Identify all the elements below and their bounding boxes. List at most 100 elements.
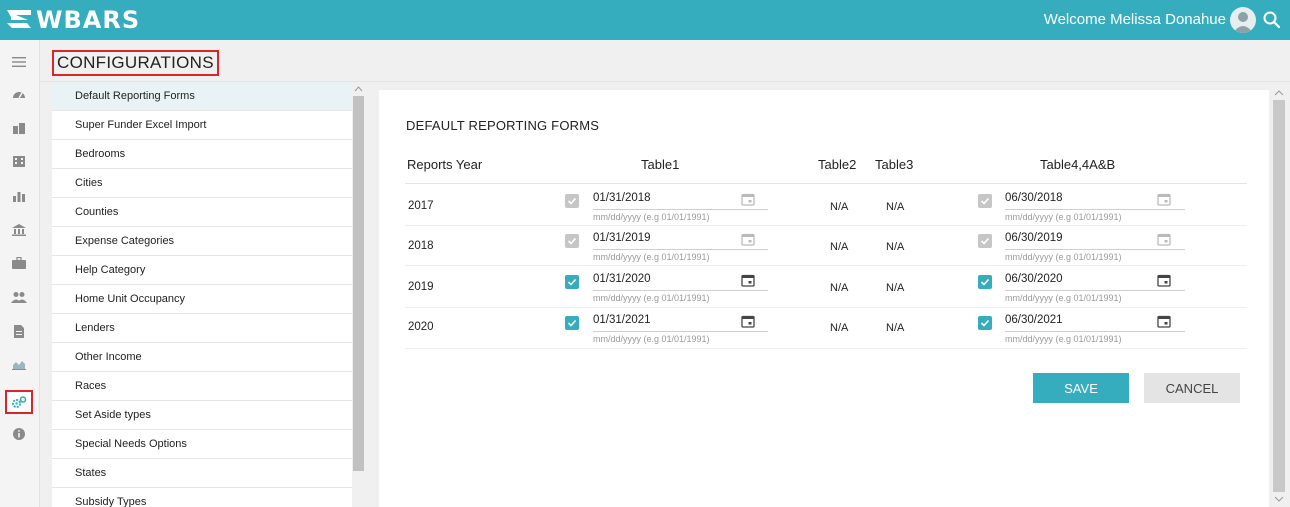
menu-scrollbar-thumb[interactable] [353,96,364,471]
table2-value: N/A [830,201,849,213]
calendar-icon[interactable] [741,232,755,246]
date-format-hint: mm/dd/yyyy (e.g 01/01/1991) [1005,252,1122,262]
menu-scrollbar[interactable] [352,82,365,507]
menu-item-label: Set Aside types [75,409,151,421]
briefcase-icon[interactable] [7,253,31,273]
menu-item-bedrooms[interactable]: Bedrooms [52,140,352,169]
info-icon[interactable] [7,424,31,444]
row-divider [405,265,1247,266]
people-icon[interactable] [7,118,31,138]
table4-checkbox[interactable] [978,316,992,330]
menu-item-set-aside-types[interactable]: Set Aside types [52,401,352,430]
table4-checkbox[interactable] [978,194,992,208]
table4-date-input[interactable]: 06/30/2018 [1005,192,1063,204]
menu-item-other-income[interactable]: Other Income [52,343,352,372]
cancel-button[interactable]: CANCEL [1144,373,1240,403]
search-icon[interactable] [1262,10,1282,30]
menu-item-counties[interactable]: Counties [52,198,352,227]
document-icon[interactable] [7,321,31,341]
table4-checkbox[interactable] [978,275,992,289]
column-header-table4: Table4,4A&B [1040,157,1116,172]
row-year: 2018 [408,240,434,252]
check-icon [567,237,577,245]
menu-item-label: Home Unit Occupancy [75,293,186,305]
menu-item-help-category[interactable]: Help Category [52,256,352,285]
top-bar: WBARS Welcome Melissa Donahue [0,0,1290,40]
avatar[interactable] [1230,7,1256,33]
table1-date-input[interactable]: 01/31/2020 [593,273,651,285]
menu-item-special-needs-options[interactable]: Special Needs Options [52,430,352,459]
column-header-table1: Table1 [641,157,680,172]
date-format-hint: mm/dd/yyyy (e.g 01/01/1991) [1005,212,1122,222]
save-button[interactable]: SAVE [1033,373,1129,403]
users-icon[interactable] [7,287,31,307]
table1-date-underline [593,209,768,210]
calendar-icon[interactable] [741,273,755,287]
bank-icon[interactable] [7,220,31,240]
menu-item-cities[interactable]: Cities [52,169,352,198]
date-format-hint: mm/dd/yyyy (e.g 01/01/1991) [593,334,710,344]
menu-item-label: Default Reporting Forms [75,90,195,102]
menu-item-label: Races [75,380,107,392]
column-header-table2: Table2 [818,157,857,172]
menu-icon[interactable] [7,52,31,72]
table4-date-underline [1005,249,1185,250]
menu-item-label: Lenders [75,322,115,334]
welcome-text: Welcome Melissa Donahue [1043,11,1226,28]
check-icon [567,319,577,327]
settings-icon[interactable] [5,390,33,414]
table1-date-underline [593,290,768,291]
calendar-icon[interactable] [1157,192,1171,206]
check-icon [567,197,577,205]
app-logo[interactable]: WBARS [6,6,140,34]
menu-item-states[interactable]: States [52,459,352,488]
menu-item-super-funder-excel-import[interactable]: Super Funder Excel Import [52,111,352,140]
column-header-reports-year: Reports Year [407,157,483,172]
area-chart-icon[interactable] [7,354,31,374]
scroll-up-icon[interactable] [352,84,365,94]
page-title: CONFIGURATIONS [52,50,219,76]
main-scrollbar[interactable] [1270,82,1288,507]
table4-date-input[interactable]: 06/30/2021 [1005,314,1063,326]
table4-date-input[interactable]: 06/30/2020 [1005,273,1063,285]
calendar-icon[interactable] [1157,232,1171,246]
table1-checkbox[interactable] [565,194,579,208]
menu-item-lenders[interactable]: Lenders [52,314,352,343]
building-icon[interactable] [7,151,31,171]
table1-checkbox[interactable] [565,234,579,248]
date-format-hint: mm/dd/yyyy (e.g 01/01/1991) [1005,334,1122,344]
scroll-up-icon[interactable] [1270,88,1288,98]
date-format-hint: mm/dd/yyyy (e.g 01/01/1991) [593,212,710,222]
main-scrollbar-thumb[interactable] [1273,100,1285,492]
menu-item-label: Super Funder Excel Import [75,119,207,131]
table1-checkbox[interactable] [565,316,579,330]
table1-date-input[interactable]: 01/31/2019 [593,232,651,244]
menu-item-label: Subsidy Types [75,496,147,507]
menu-item-races[interactable]: Races [52,372,352,401]
calendar-icon[interactable] [741,192,755,206]
calendar-icon[interactable] [1157,314,1171,328]
table1-date-input[interactable]: 01/31/2018 [593,192,651,204]
scroll-down-icon[interactable] [1270,494,1288,504]
menu-item-label: Expense Categories [75,235,175,247]
calendar-icon[interactable] [741,314,755,328]
menu-item-default-reporting-forms[interactable]: Default Reporting Forms [52,82,352,111]
menu-item-label: Other Income [75,351,142,363]
dashboard-icon[interactable] [7,84,31,104]
menu-item-label: Help Category [75,264,146,276]
table4-date-underline [1005,290,1185,291]
table2-value: N/A [830,322,849,334]
table4-date-input[interactable]: 06/30/2019 [1005,232,1063,244]
table1-checkbox[interactable] [565,275,579,289]
menu-item-home-unit-occupancy[interactable]: Home Unit Occupancy [52,285,352,314]
column-header-table3: Table3 [875,157,914,172]
menu-item-label: Bedrooms [75,148,126,160]
menu-item-expense-categories[interactable]: Expense Categories [52,227,352,256]
check-icon [567,278,577,286]
calendar-icon[interactable] [1157,273,1171,287]
table4-checkbox[interactable] [978,234,992,248]
table1-date-input[interactable]: 01/31/2021 [593,314,651,326]
chart-icon[interactable] [7,186,31,206]
menu-item-subsidy-types[interactable]: Subsidy Types [52,488,352,507]
date-format-hint: mm/dd/yyyy (e.g 01/01/1991) [1005,293,1122,303]
